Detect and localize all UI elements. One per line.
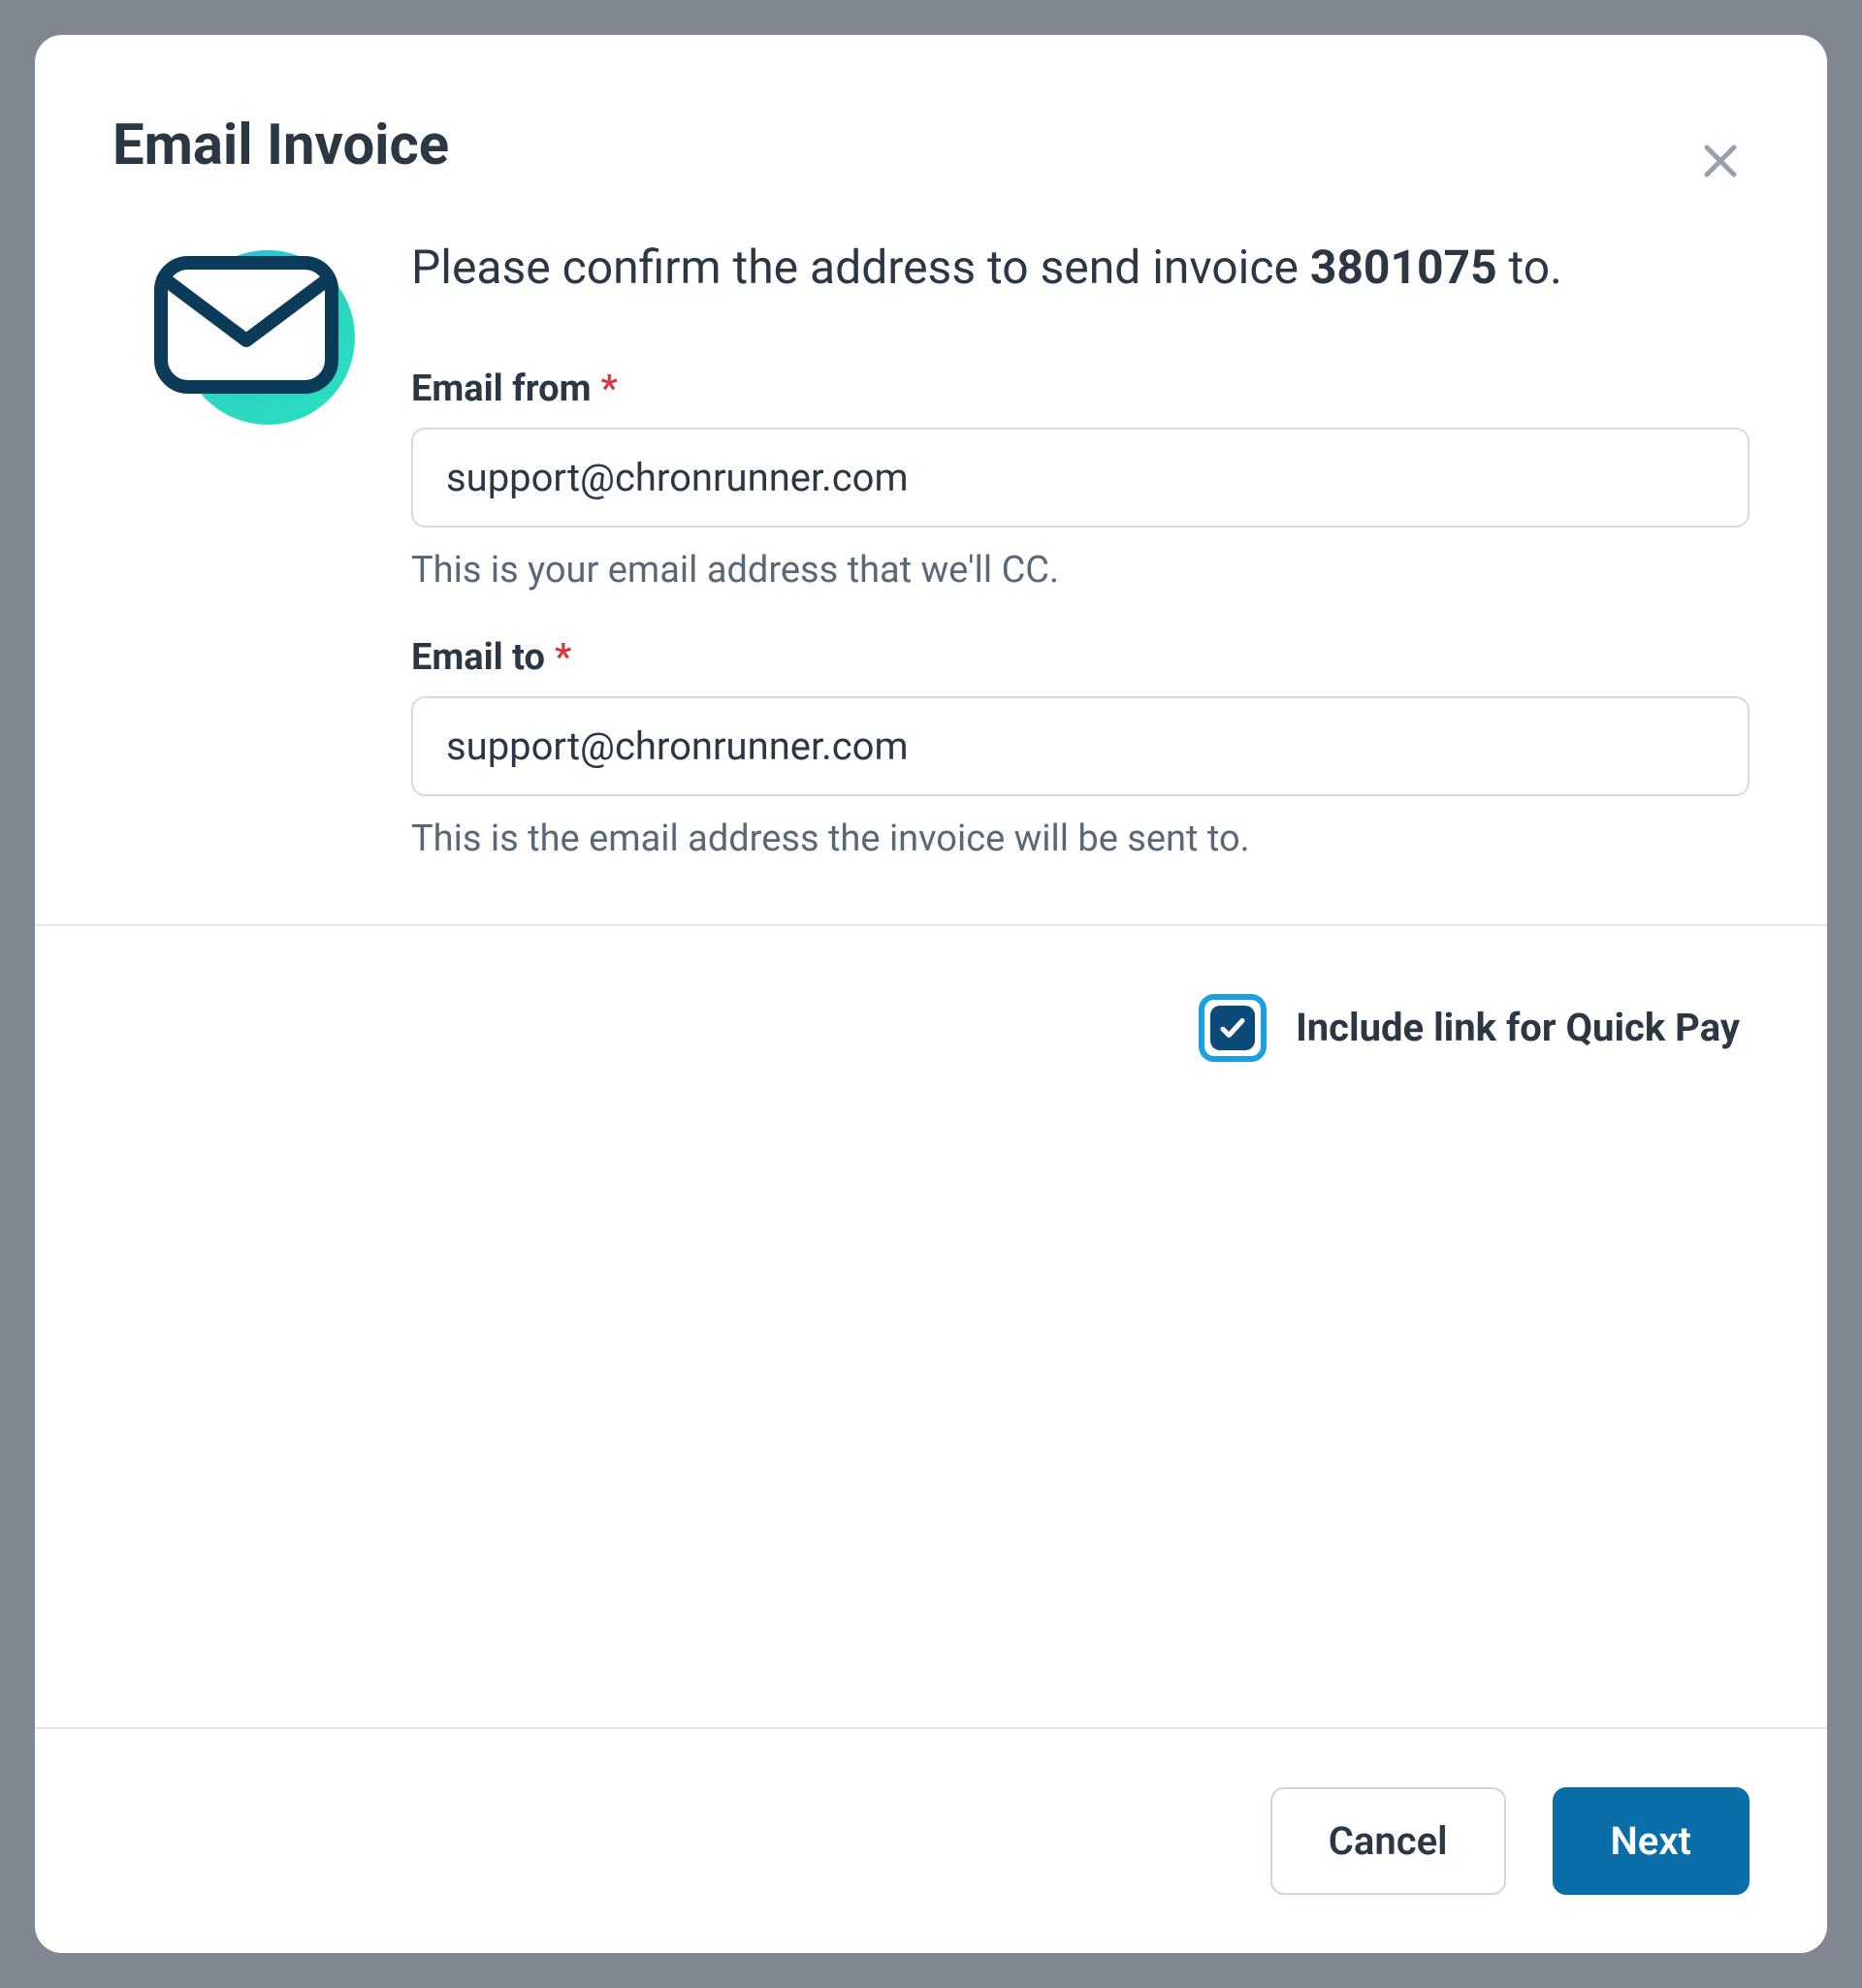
- required-marker: *: [601, 368, 618, 410]
- email-to-label: Email to: [411, 636, 545, 679]
- form-column: Please confirm the address to send invoi…: [411, 237, 1750, 905]
- quickpay-label: Include link for Quick Pay: [1296, 1005, 1740, 1050]
- quickpay-row: Include link for Quick Pay: [112, 926, 1750, 1062]
- intro-prefix: Please confirm the address to send invoi…: [411, 240, 1310, 295]
- email-from-label: Email from: [411, 368, 592, 410]
- intro-suffix: to.: [1497, 240, 1562, 295]
- icon-column: [112, 237, 353, 905]
- check-icon: [1218, 1013, 1247, 1042]
- quickpay-checkbox[interactable]: [1199, 994, 1267, 1062]
- email-from-help: This is your email address that we'll CC…: [411, 549, 1750, 592]
- close-button[interactable]: [1691, 132, 1750, 190]
- next-button[interactable]: Next: [1553, 1787, 1750, 1895]
- email-to-label-row: Email to*: [411, 636, 1750, 679]
- email-to-input[interactable]: [411, 696, 1750, 796]
- email-from-label-row: Email from*: [411, 368, 1750, 410]
- required-marker: *: [555, 636, 571, 679]
- email-to-help: This is the email address the invoice wi…: [411, 818, 1750, 860]
- intro-text: Please confirm the address to send invoi…: [411, 237, 1750, 300]
- spacer: [112, 1062, 1750, 1727]
- modal-overlay: Email Invoice Please confirm the address…: [0, 0, 1862, 1988]
- mail-icon: [149, 242, 353, 446]
- modal-footer: Cancel Next: [112, 1729, 1750, 1895]
- modal-title: Email Invoice: [112, 112, 1750, 178]
- email-from-input[interactable]: [411, 428, 1750, 528]
- cancel-button[interactable]: Cancel: [1270, 1787, 1506, 1895]
- modal-content: Please confirm the address to send invoi…: [112, 237, 1750, 905]
- email-from-field: Email from* This is your email address t…: [411, 368, 1750, 592]
- email-to-field: Email to* This is the email address the …: [411, 636, 1750, 860]
- email-invoice-modal: Email Invoice Please confirm the address…: [35, 35, 1827, 1953]
- invoice-number: 3801075: [1310, 240, 1497, 295]
- close-icon: [1697, 138, 1744, 184]
